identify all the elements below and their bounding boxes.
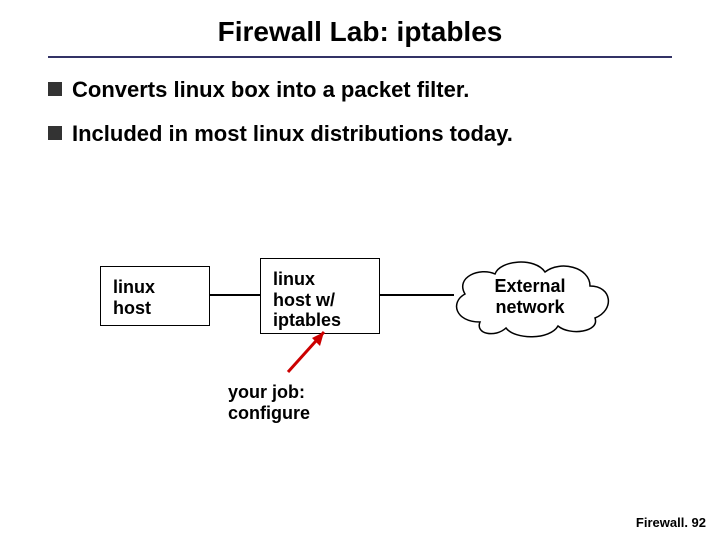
bullet-item: Included in most linux distributions tod… bbox=[48, 120, 672, 148]
bullet-item: Converts linux box into a packet filter. bbox=[48, 76, 672, 104]
square-bullet-icon bbox=[48, 126, 62, 140]
cloud-label: Externalnetwork bbox=[440, 252, 620, 342]
slide-title: Firewall Lab: iptables bbox=[0, 16, 720, 48]
square-bullet-icon bbox=[48, 82, 62, 96]
slide-footer: Firewall. 92 bbox=[636, 515, 706, 530]
network-diagram: linuxhost linuxhost w/iptables Externaln… bbox=[100, 240, 660, 360]
bullet-list: Converts linux box into a packet filter.… bbox=[48, 76, 672, 163]
external-network-cloud: Externalnetwork bbox=[440, 252, 620, 342]
bullet-text: Included in most linux distributions tod… bbox=[72, 120, 513, 148]
connector-line bbox=[210, 294, 260, 296]
annotation-text: your job:configure bbox=[228, 382, 310, 423]
title-underline bbox=[48, 56, 672, 58]
slide: Firewall Lab: iptables Converts linux bo… bbox=[0, 0, 720, 540]
arrow-icon bbox=[280, 320, 340, 380]
linux-host-box: linuxhost bbox=[100, 266, 210, 326]
bullet-text: Converts linux box into a packet filter. bbox=[72, 76, 469, 104]
